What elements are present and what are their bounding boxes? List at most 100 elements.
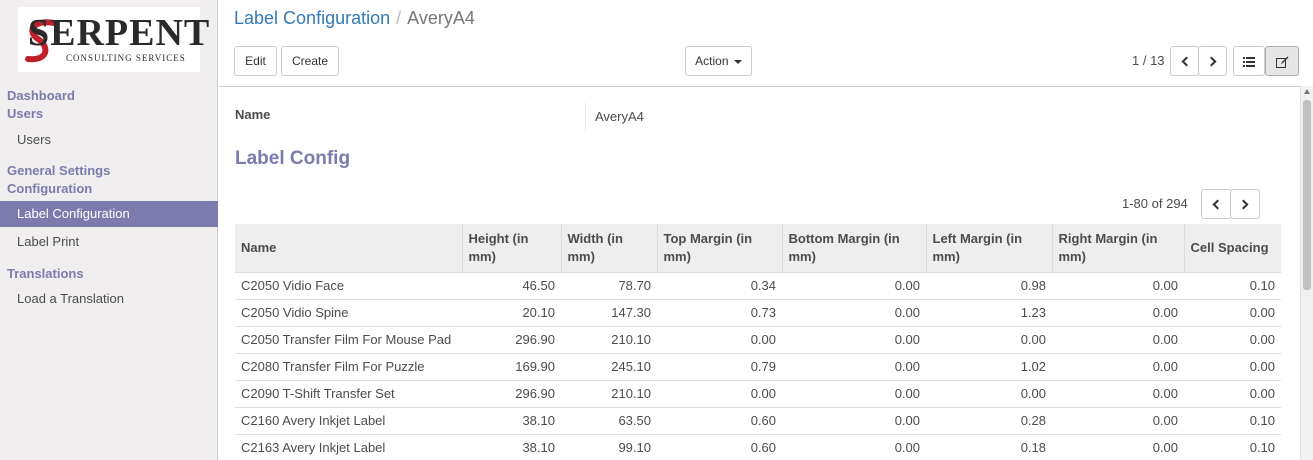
cell-value: 0.00: [1184, 379, 1281, 407]
cell-value: 0.10: [1184, 271, 1281, 299]
chevron-right-icon: [1238, 199, 1249, 210]
table-row[interactable]: C2050 Transfer Film For Mouse Pad 296.90 2…: [235, 325, 1281, 353]
action-label: Action: [695, 54, 729, 68]
cell-value: 1.02: [926, 352, 1052, 380]
table-row[interactable]: C2090 T-Shift Transfer Set 296.90 210.10 0.…: [235, 379, 1281, 407]
cell-name: C2160 Avery Inkjet Label: [235, 406, 462, 434]
menu-heading-general-settings[interactable]: General Settings: [7, 163, 110, 178]
cell-value: 0.00: [782, 406, 926, 434]
record-pager-value[interactable]: 1 / 13: [1132, 53, 1165, 68]
breadcrumb-separator: /: [396, 8, 402, 28]
sidebar-item-label-print[interactable]: Label Print: [0, 229, 218, 255]
pager-previous-button[interactable]: [1170, 46, 1199, 76]
company-logo[interactable]: SERPENT CONSULTING SERVICES: [18, 7, 209, 72]
cell-value: 210.10: [561, 379, 657, 407]
column-header-width[interactable]: Width (in mm): [560, 224, 657, 272]
list-view-button[interactable]: [1233, 46, 1265, 76]
cell-value: 0.00: [782, 352, 926, 380]
cell-value: 0.00: [782, 433, 926, 460]
vertical-scrollbar[interactable]: [1300, 86, 1313, 460]
cell-value: 1.23: [926, 298, 1052, 326]
form-sheet: Name AveryA4 Label Config 1-80 of 294 Na…: [219, 86, 1300, 460]
table-row[interactable]: C2163 Avery Inkjet Label 38.10 99.10 0.60 0.…: [235, 433, 1281, 460]
chevron-right-icon: [1206, 56, 1216, 67]
cell-value: 0.00: [782, 325, 926, 353]
cell-value: 0.00: [1052, 352, 1184, 380]
cell-value: 0.00: [926, 379, 1052, 407]
cell-value: 0.60: [657, 433, 782, 460]
list-pager-next-button[interactable]: [1230, 189, 1260, 219]
label-config-table: Name Height (in mm) Width (in mm) Top Ma…: [235, 224, 1281, 460]
column-header-name[interactable]: Name: [235, 224, 462, 272]
scrollbar-thumb[interactable]: [1303, 100, 1311, 290]
table-row[interactable]: C2080 Transfer Film For Puzzle 169.90 245.…: [235, 352, 1281, 380]
name-field-divider: [585, 103, 586, 131]
caret-down-icon: [733, 59, 742, 64]
column-header-bottom-margin[interactable]: Bottom Margin (in mm): [781, 224, 926, 272]
menu-heading-dashboard[interactable]: Dashboard: [7, 88, 75, 103]
cell-value: 296.90: [462, 325, 561, 353]
cell-value: 0.28: [926, 406, 1052, 434]
create-button[interactable]: Create: [281, 46, 339, 76]
sidebar-item-users[interactable]: Users: [0, 127, 218, 153]
cell-value: 0.10: [1184, 406, 1281, 434]
column-header-cell-spacing[interactable]: Cell Spacing: [1183, 224, 1281, 272]
cell-value: 0.10: [1184, 433, 1281, 460]
cell-name: C2080 Transfer Film For Puzzle: [235, 352, 462, 380]
pager-next-button[interactable]: [1198, 46, 1227, 76]
cell-value: 0.00: [926, 325, 1052, 353]
breadcrumb-parent-link[interactable]: Label Configuration: [234, 8, 390, 28]
column-header-top-margin[interactable]: Top Margin (in mm): [656, 224, 782, 272]
cell-value: 0.34: [657, 271, 782, 299]
cell-value: 0.00: [1052, 433, 1184, 460]
name-field-value[interactable]: AveryA4: [595, 109, 644, 124]
scroll-up-arrow-icon[interactable]: [1304, 89, 1310, 94]
breadcrumb: Label Configuration / AveryA4: [234, 8, 475, 28]
list-pager-value[interactable]: 1-80 of 294: [1122, 196, 1188, 211]
cell-value: 296.90: [462, 379, 561, 407]
list-pager-previous-button[interactable]: [1201, 189, 1231, 219]
cell-value: 0.79: [657, 352, 782, 380]
cell-value: 0.18: [926, 433, 1052, 460]
table-row[interactable]: C2050 Vidio Spine 20.10 147.30 0.73 0.00 1.23…: [235, 298, 1281, 326]
section-title: Label Config: [235, 148, 351, 169]
cell-value: 0.00: [1052, 298, 1184, 326]
menu-heading-translations[interactable]: Translations: [7, 266, 84, 281]
cell-value: 78.70: [561, 271, 657, 299]
column-header-right-margin[interactable]: Right Margin (in mm): [1051, 224, 1184, 272]
cell-name: C2050 Vidio Face: [235, 271, 462, 299]
table-row[interactable]: C2050 Vidio Face 46.50 78.70 0.34 0.00 0.98 0.…: [235, 271, 1281, 299]
cell-value: 38.10: [462, 406, 561, 434]
cell-value: 0.00: [1052, 406, 1184, 434]
cell-name: C2163 Avery Inkjet Label: [235, 433, 462, 460]
menu-heading-users[interactable]: Users: [7, 106, 43, 121]
cell-name: C2050 Transfer Film For Mouse Pad: [235, 325, 462, 353]
table-row[interactable]: C2160 Avery Inkjet Label 38.10 63.50 0.60 0.…: [235, 406, 1281, 434]
cell-value: 210.10: [561, 325, 657, 353]
logo-text: SERPENT: [28, 12, 211, 54]
cell-value: 0.00: [657, 325, 782, 353]
logo-subtext: CONSULTING SERVICES: [66, 53, 186, 63]
cell-value: 245.10: [561, 352, 657, 380]
cell-value: 38.10: [462, 433, 561, 460]
cell-value: 99.10: [561, 433, 657, 460]
cell-value: 0.00: [1184, 298, 1281, 326]
edit-button[interactable]: Edit: [234, 46, 277, 76]
cell-value: 0.00: [1052, 325, 1184, 353]
column-header-left-margin[interactable]: Left Margin (in mm): [925, 224, 1052, 272]
cell-value: 0.98: [926, 271, 1052, 299]
form-view-button[interactable]: [1265, 46, 1299, 76]
action-dropdown-button[interactable]: Action: [685, 46, 752, 76]
cell-value: 0.00: [782, 271, 926, 299]
cell-value: 63.50: [561, 406, 657, 434]
sidebar-item-label-configuration[interactable]: Label Configuration: [0, 201, 218, 227]
cell-value: 20.10: [462, 298, 561, 326]
sidebar-item-load-translation[interactable]: Load a Translation: [0, 286, 218, 312]
sidebar: SERPENT CONSULTING SERVICES Dashboard Us…: [0, 0, 218, 460]
column-header-height[interactable]: Height (in mm): [461, 224, 561, 272]
cell-value: 0.73: [657, 298, 782, 326]
list-view-icon: [1243, 56, 1255, 67]
cell-value: 46.50: [462, 271, 561, 299]
menu-heading-configuration[interactable]: Configuration: [7, 181, 92, 196]
cell-name: C2090 T-Shift Transfer Set: [235, 379, 462, 407]
